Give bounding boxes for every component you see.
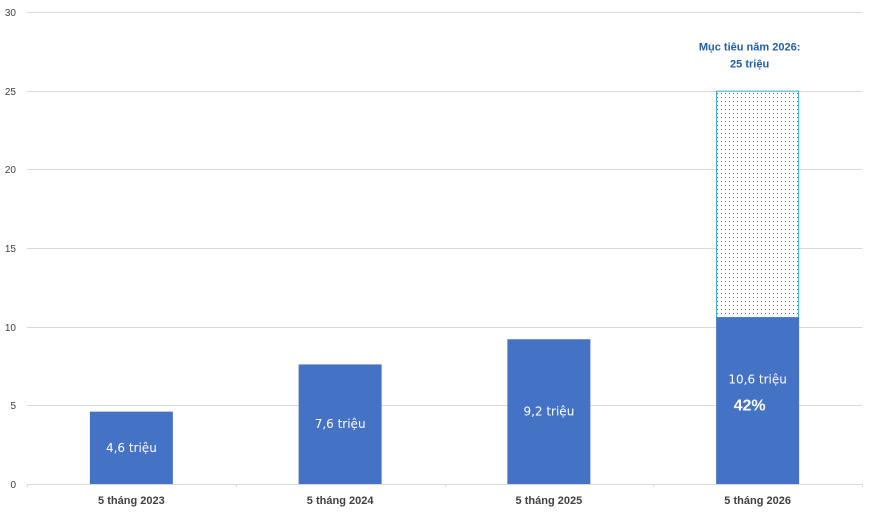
target-bar — [716, 90, 800, 319]
category-label: 5 tháng 2024 — [307, 495, 375, 507]
progress-label: 42% — [734, 398, 766, 415]
y-tick-label: 10 — [5, 323, 17, 334]
y-tick-label: 0 — [10, 480, 16, 491]
y-tick-label: 25 — [5, 87, 17, 98]
target-label: Mục tiêu năm 2026: — [699, 42, 800, 54]
data-label: 10,6 triệu — [728, 373, 787, 387]
category-label: 5 tháng 2023 — [98, 495, 165, 507]
x-axis-labels: 5 tháng 2023 5 tháng 2024 5 tháng 2025 5 th… — [98, 495, 791, 507]
category-label: 5 tháng 2025 — [516, 495, 583, 507]
data-label: 4,6 triệu — [106, 441, 157, 455]
y-tick-label: 20 — [5, 165, 17, 176]
bars — [89, 90, 800, 484]
category-label: 5 tháng 2026 — [724, 495, 791, 507]
y-axis-ticks: 0 5 10 15 20 25 30 — [5, 8, 17, 491]
y-tick-label: 5 — [10, 401, 16, 412]
data-label: 9,2 triệu — [523, 405, 574, 419]
target-value-label: 25 triệu — [730, 59, 769, 71]
data-label: 7,6 triệu — [315, 417, 366, 431]
y-tick-label: 30 — [5, 8, 17, 19]
bar-chart: 0 5 10 15 20 25 30 4,6 triệu 7,6 triệu 9,2 triệu… — [5, 8, 863, 507]
y-tick-label: 15 — [5, 244, 17, 255]
